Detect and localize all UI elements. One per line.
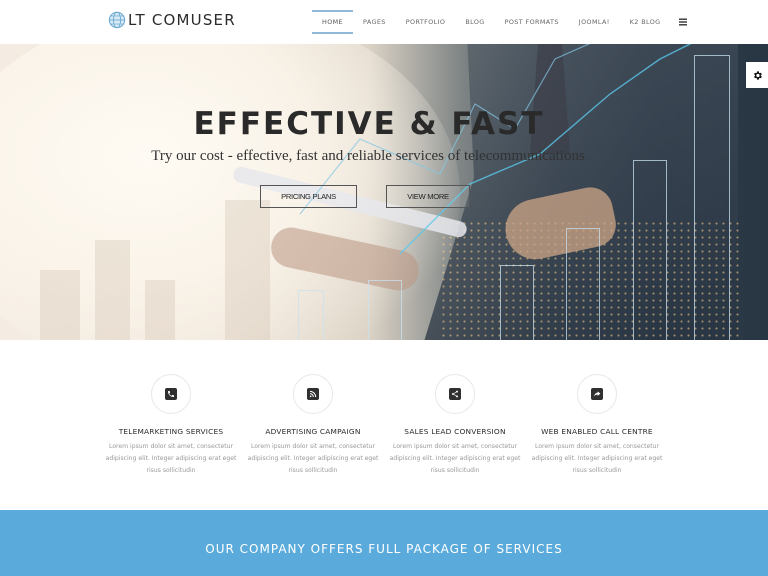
hero-subtitle: Try our cost - effective, fast and relia… — [151, 148, 585, 164]
service-icon-circle[interactable] — [293, 374, 333, 414]
service-description: Lorem ipsum dolor sit amet, consectetur … — [247, 443, 379, 474]
service-description: Lorem ipsum dolor sit amet, consectetur … — [389, 443, 521, 474]
service-title: TELEMARKETING SERVICES — [118, 427, 224, 436]
service-icon-circle[interactable] — [577, 374, 617, 414]
pricing-plans-button[interactable]: PRICING PLANS — [260, 185, 357, 208]
service-item: ADVERTISING CAMPAIGN Lorem ipsum dolor s… — [243, 374, 383, 477]
service-title: SALES LEAD CONVERSION — [404, 427, 506, 436]
hero-title: EFFECTIVE & FAST — [193, 106, 545, 142]
service-icon-circle[interactable] — [151, 374, 191, 414]
site-header: LT COMUSER HOME PAGES PORTFOLIO BLOG POS… — [0, 0, 768, 44]
share-icon — [452, 390, 458, 398]
nav-item-joomla[interactable]: JOOMLA! — [569, 0, 620, 44]
nav-item-pages[interactable]: PAGES — [353, 0, 396, 44]
logo-text: LT COMUSER — [128, 11, 236, 29]
phone-icon — [168, 391, 174, 397]
site-logo[interactable]: LT COMUSER — [108, 11, 236, 29]
service-title: WEB ENABLED CALL CENTRE — [541, 427, 653, 436]
service-icon-circle[interactable] — [435, 374, 475, 414]
hamburger-menu-button[interactable] — [671, 0, 695, 44]
services-section: TELEMARKETING SERVICES Lorem ipsum dolor… — [0, 340, 768, 510]
trend-line-graphic — [299, 44, 692, 255]
service-item: SALES LEAD CONVERSION Lorem ipsum dolor … — [385, 374, 525, 477]
rss-icon — [309, 390, 317, 398]
service-item: TELEMARKETING SERVICES Lorem ipsum dolor… — [101, 374, 241, 477]
view-more-button[interactable]: VIEW MORE — [386, 185, 470, 208]
service-description: Lorem ipsum dolor sit amet, consectetur … — [531, 443, 663, 474]
nav-item-post-formats[interactable]: POST FORMATS — [495, 0, 569, 44]
hero-slider: EFFECTIVE & FAST Try our cost - effectiv… — [0, 44, 768, 340]
nav-item-home[interactable]: HOME — [312, 0, 353, 44]
services-banner: OUR COMPANY OFFERS FULL PACKAGE OF SERVI… — [0, 510, 768, 576]
globe-icon — [108, 11, 126, 29]
hamburger-menu-icon — [678, 18, 687, 26]
service-description: Lorem ipsum dolor sit amet, consectetur … — [105, 443, 237, 474]
nav-item-portfolio[interactable]: PORTFOLIO — [396, 0, 456, 44]
share-arrow-icon — [594, 391, 601, 397]
settings-button[interactable] — [746, 62, 768, 88]
nav-item-k2-blog[interactable]: K2 BLOG — [620, 0, 671, 44]
service-item: WEB ENABLED CALL CENTRE Lorem ipsum dolo… — [527, 374, 667, 477]
nav-item-blog[interactable]: BLOG — [455, 0, 494, 44]
gear-icon — [753, 70, 762, 80]
service-title: ADVERTISING CAMPAIGN — [265, 427, 361, 436]
main-nav: HOME PAGES PORTFOLIO BLOG POST FORMATS J… — [312, 0, 695, 44]
banner-heading: OUR COMPANY OFFERS FULL PACKAGE OF SERVI… — [205, 542, 563, 556]
